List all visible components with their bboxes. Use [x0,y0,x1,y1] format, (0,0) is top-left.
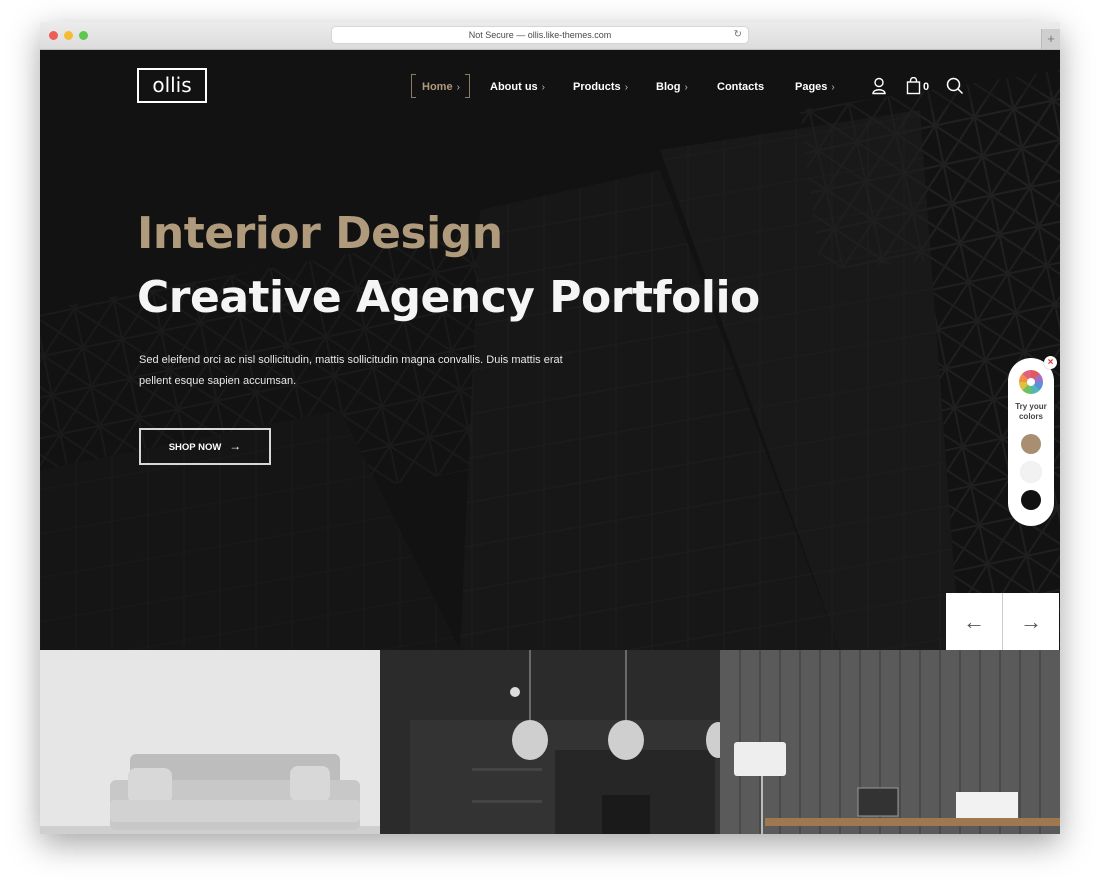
user-icon [872,77,886,95]
cart-count: 0 [923,81,930,93]
nav-label: About us [490,81,538,93]
nav-item-products[interactable]: Products › [573,77,628,98]
hero-section: ollis Home › About us › Products › Blog › Co… [40,50,1060,650]
hero-description: Sed eleifend orci ac nisl sollicitudin, … [139,354,563,387]
search-icon [946,77,964,95]
chevron-right-icon: › [684,82,688,93]
nav-label: Home [422,81,453,93]
shop-now-label: SHOP NOW [168,442,222,453]
nav-item-about-us[interactable]: About us › [490,77,545,98]
office-desk-image [720,650,1060,834]
gallery-tile-living-room[interactable] [40,650,380,834]
nav-label: Contacts [717,81,765,93]
shopping-bag-icon [906,76,921,95]
url-text: Not Secure — ollis.like-themes.com [468,30,612,40]
gallery-strip [40,650,1060,834]
nav-item-contacts[interactable]: Contacts [717,77,764,97]
color-picker-label: Try your colors [1015,402,1047,421]
search-button[interactable] [946,77,964,100]
close-icon[interactable]: × [1044,356,1057,369]
chevron-right-icon: › [541,82,546,93]
arrow-right-icon: → [229,439,242,453]
address-bar[interactable]: Not Secure — ollis.like-themes.com ↻ [332,27,748,43]
browser-titlebar: Not Secure — ollis.like-themes.com ↻ + [40,22,1060,50]
chevron-right-icon: › [831,82,835,93]
slider-navigation: ← → [946,593,1060,650]
arrow-right-icon: → [1020,608,1042,634]
zoom-window-button[interactable] [79,31,88,40]
color-wheel-icon[interactable] [1019,370,1043,394]
hero-title: Creative Agency Portfolio [137,272,760,323]
dark-kitchen-image [380,650,720,834]
hero-title-accent: Interior Design [137,208,503,259]
browser-window: Not Secure — ollis.like-themes.com ↻ + o… [40,22,1060,834]
nav-label: Blog [656,81,681,93]
color-swatch-white[interactable] [1021,462,1041,482]
reload-icon[interactable]: ↻ [734,27,742,43]
nav-item-home[interactable]: Home › [411,74,470,98]
nav-item-pages[interactable]: Pages › [795,77,835,98]
nav-label: Products [573,81,621,93]
color-swatch-black[interactable] [1021,490,1041,510]
slider-next-button[interactable]: → [1002,593,1059,650]
cart-button[interactable] [906,76,921,100]
living-room-sofa-image [40,650,380,834]
shop-now-button[interactable]: SHOP NOW → [139,428,271,465]
active-bracket-left [411,74,416,98]
chevron-right-icon: › [624,82,629,93]
minimize-window-button[interactable] [64,31,73,40]
plus-icon: + [1047,31,1055,46]
account-button[interactable] [871,77,887,100]
nav-item-blog[interactable]: Blog › [656,77,688,98]
nav-label: Pages [795,81,828,93]
color-picker-panel: × Try your colors [1008,356,1057,526]
site-logo[interactable]: ollis [137,68,207,103]
color-swatch-beige[interactable] [1021,434,1041,454]
slider-prev-button[interactable]: ← [946,593,1002,650]
arrow-left-icon: ← [963,608,985,634]
new-tab-button[interactable]: + [1041,29,1060,49]
chevron-right-icon: › [456,82,460,93]
gallery-tile-kitchen[interactable] [380,650,720,834]
active-bracket-right [464,74,470,98]
close-window-button[interactable] [49,31,58,40]
gallery-tile-office[interactable] [720,650,1060,834]
